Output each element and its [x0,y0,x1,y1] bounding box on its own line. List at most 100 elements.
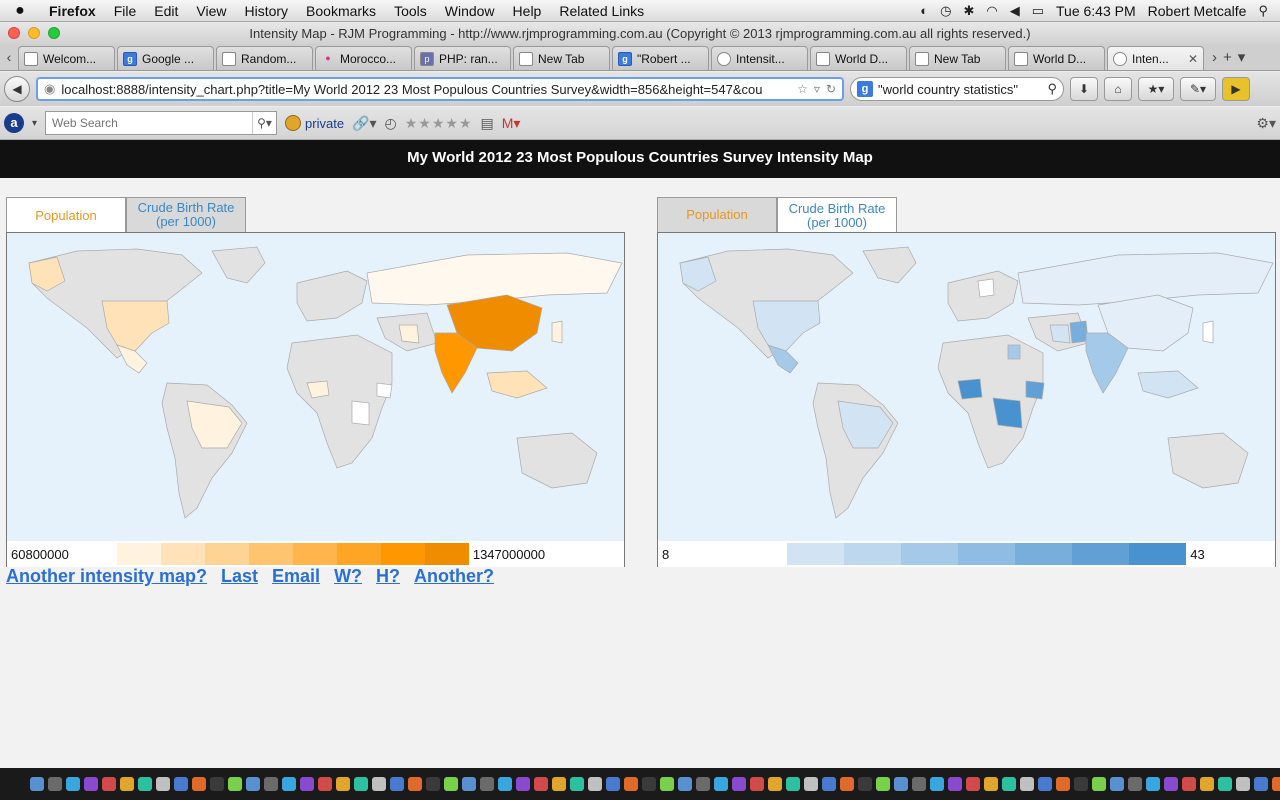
email-link[interactable]: Email [272,566,320,587]
browser-tab[interactable]: New Tab [909,46,1006,70]
dock-app-icon[interactable] [498,777,512,791]
dock-app-icon[interactable] [840,777,854,791]
menu-help[interactable]: Help [504,3,551,19]
menu-view[interactable]: View [187,3,235,19]
dock-app-icon[interactable] [192,777,206,791]
country-japan[interactable] [551,320,563,344]
apple-icon[interactable]: ● [0,2,40,20]
tab-close-icon[interactable]: ✕ [1188,52,1198,66]
dock-app-icon[interactable] [516,777,530,791]
dock-app-icon[interactable] [246,777,260,791]
dock-app-icon[interactable] [1272,777,1280,791]
country-ethiopia[interactable] [376,382,393,399]
dock-app-icon[interactable] [408,777,422,791]
ask-logo-icon[interactable]: a [4,113,24,133]
country-pakistan[interactable] [1069,320,1089,344]
bookmarks-menu-icon[interactable]: ★▾ [1138,77,1174,101]
dock-app-icon[interactable] [66,777,80,791]
home-icon[interactable]: ⌂ [1104,77,1132,101]
country-ethiopia[interactable] [1025,380,1045,400]
dock-app-icon[interactable] [1002,777,1016,791]
dock-app-icon[interactable] [930,777,944,791]
dock-app-icon[interactable] [984,777,998,791]
dock-app-icon[interactable] [534,777,548,791]
last-link[interactable]: Last [221,566,258,587]
dock-app-icon[interactable] [1128,777,1142,791]
dock-app-icon[interactable] [1200,777,1214,791]
dock-app-icon[interactable] [462,777,476,791]
height-link[interactable]: H? [376,566,400,587]
history-icon[interactable]: ◴ [385,115,397,132]
user-name[interactable]: Robert Metcalfe [1148,3,1247,19]
population-intensity-map[interactable]: 60800000 1347000000 [6,232,625,567]
country-egypt[interactable] [1007,344,1021,360]
window-close-button[interactable] [8,27,20,39]
addon-icon[interactable]: ✎▾ [1180,77,1216,101]
menu-bookmarks[interactable]: Bookmarks [297,3,385,19]
dock-app-icon[interactable] [84,777,98,791]
dock-app-icon[interactable] [480,777,494,791]
dock-app-icon[interactable] [858,777,872,791]
width-link[interactable]: W? [334,566,362,587]
dock-app-icon[interactable] [120,777,134,791]
tab-population[interactable]: Population [657,197,777,233]
browser-tab[interactable]: Random... [216,46,313,70]
settings-gear-icon[interactable]: ⚙▾ [1256,115,1276,132]
web-search-box[interactable]: ⚲▾ [45,111,278,135]
dock-app-icon[interactable] [786,777,800,791]
rating-stars-icon[interactable]: ★★★★★ [405,115,473,132]
bookmark-star-icon[interactable]: ☆ [797,82,808,96]
dock-app-icon[interactable] [768,777,782,791]
dock-app-icon[interactable] [300,777,314,791]
another-link[interactable]: Another? [414,566,494,587]
dock-app-icon[interactable] [606,777,620,791]
menu-edit[interactable]: Edit [145,3,187,19]
menu-history[interactable]: History [235,3,297,19]
dock-app-icon[interactable] [1020,777,1034,791]
volume-icon[interactable]: ◀ [1010,3,1020,19]
birth-rate-intensity-map[interactable]: 8 43 [657,232,1276,567]
private-button[interactable]: private [285,115,344,131]
search-icon[interactable]: ⚲▾ [252,112,276,134]
tab-crude-birth-rate[interactable]: Crude Birth Rate (per 1000) [777,197,897,233]
dock-app-icon[interactable] [966,777,980,791]
dock-app-icon[interactable] [732,777,746,791]
dock-app-icon[interactable] [570,777,584,791]
notes-icon[interactable]: ▤ [481,115,494,132]
link-icon[interactable]: 🔗▾ [352,115,376,132]
tab-population[interactable]: Population [6,197,126,233]
browser-tab[interactable]: g "Robert ... [612,46,709,70]
dock-app-icon[interactable] [444,777,458,791]
dock-app-icon[interactable] [138,777,152,791]
dock-app-icon[interactable] [714,777,728,791]
browser-tab[interactable]: New Tab [513,46,610,70]
menu-window[interactable]: Window [436,3,504,19]
dock-app-icon[interactable] [1056,777,1070,791]
addon-arrow-icon[interactable]: ▶ [1222,77,1250,101]
browser-tab[interactable]: g Google ... [117,46,214,70]
dock-app-icon[interactable] [210,777,224,791]
another-intensity-map-link[interactable]: Another intensity map? [6,566,207,587]
tab-crude-birth-rate[interactable]: Crude Birth Rate (per 1000) [126,197,246,233]
browser-tab[interactable]: Welcom... [18,46,115,70]
menu-file[interactable]: File [105,3,146,19]
dock-app-icon[interactable] [102,777,116,791]
wifi-icon[interactable]: ◠ [986,3,997,19]
browser-tab-active[interactable]: Inten... ✕ [1107,46,1204,70]
dock-app-icon[interactable] [894,777,908,791]
dock-app-icon[interactable] [156,777,170,791]
new-tab-icon[interactable]: + [1223,49,1232,66]
dock-app-icon[interactable] [552,777,566,791]
dock-app-icon[interactable] [642,777,656,791]
dock-app-icon[interactable] [336,777,350,791]
dock-app-icon[interactable] [30,777,44,791]
dock-app-icon[interactable] [876,777,890,791]
dock-app-icon[interactable] [1110,777,1124,791]
country-nigeria[interactable] [957,378,983,400]
mail-icon[interactable]: M▾ [502,115,521,132]
country-germany[interactable] [977,278,995,298]
browser-tab[interactable]: ● Morocco... [315,46,412,70]
dock-app-icon[interactable] [1254,777,1268,791]
dock-app-icon[interactable] [696,777,710,791]
bluetooth-icon[interactable]: ✱ [963,3,974,19]
